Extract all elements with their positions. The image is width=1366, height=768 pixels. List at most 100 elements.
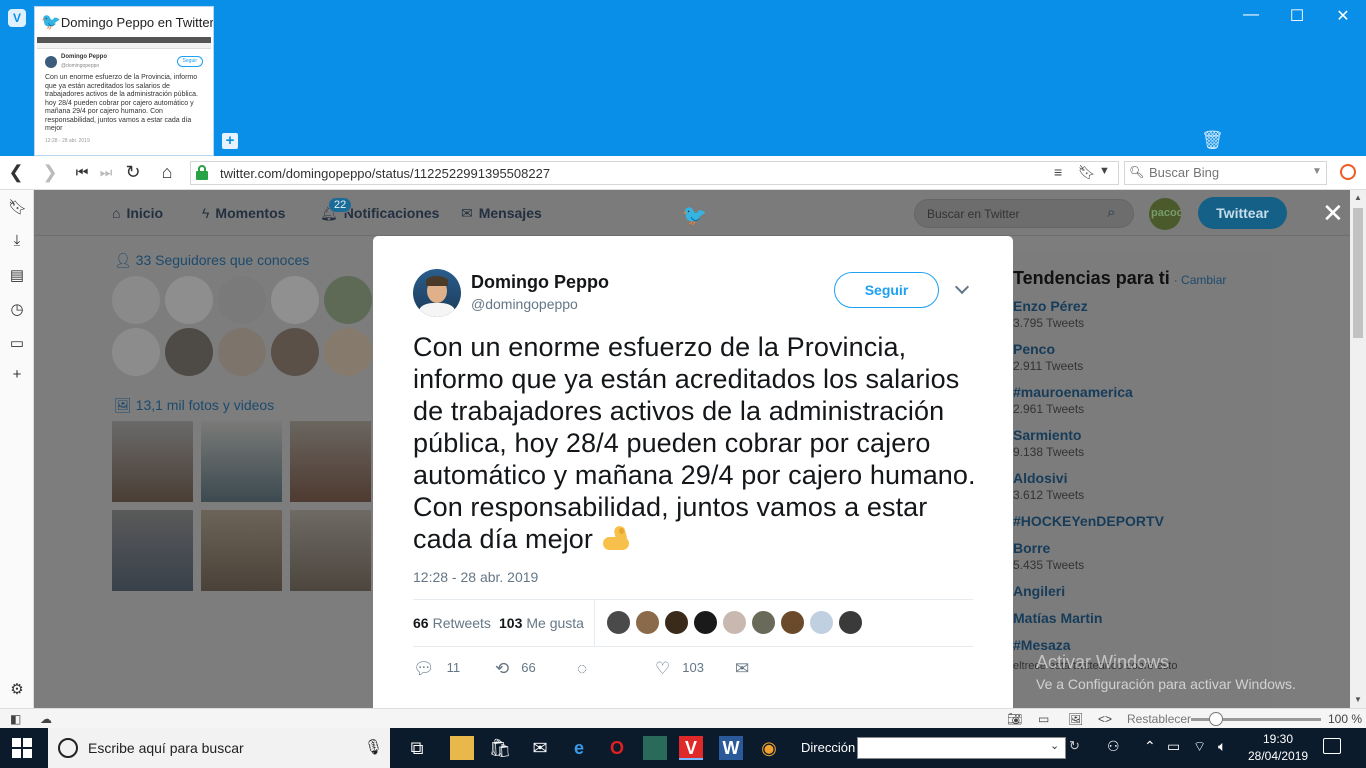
liker-avatar[interactable] bbox=[838, 610, 863, 635]
nav-messages[interactable]: ✉ Mensajes bbox=[461, 205, 542, 222]
zoom-reset-label[interactable]: Restablecer bbox=[1127, 712, 1191, 726]
followers-you-know[interactable]: 👤︎ 33 Seguidores que conoces bbox=[114, 252, 309, 269]
photos-and-videos[interactable]: 🖼︎ 13,1 mil fotos y videos bbox=[114, 397, 274, 414]
reply-button[interactable]: 💬︎ 11 bbox=[413, 659, 460, 679]
trend-item[interactable]: Aldosivi 3.612 Tweets bbox=[1013, 470, 1084, 502]
panel-toggle-icon[interactable]: ◧ bbox=[10, 712, 21, 726]
people-icon[interactable]: ⚇ bbox=[1107, 738, 1120, 755]
capture-icon[interactable]: 📷︎ bbox=[1007, 712, 1022, 726]
tweet-timestamp[interactable]: 12:28 - 28 abr. 2019 bbox=[413, 569, 538, 585]
liker-avatar[interactable] bbox=[809, 610, 834, 635]
liker-avatar[interactable] bbox=[664, 610, 689, 635]
page-scrollbar[interactable]: ▲ ▼ bbox=[1350, 190, 1366, 708]
trends-change-link[interactable]: · Cambiar bbox=[1174, 273, 1227, 287]
trend-item[interactable]: #Mesaza bbox=[1013, 637, 1071, 653]
file-explorer-icon[interactable] bbox=[450, 736, 474, 760]
app-icon[interactable] bbox=[643, 736, 667, 760]
media-thumbnail[interactable] bbox=[112, 510, 193, 591]
tab-domingo-peppo[interactable]: 🐦 Domingo Peppo en Twitter: Domingo Pepp… bbox=[34, 6, 214, 156]
word-icon[interactable]: W bbox=[719, 736, 743, 760]
search-icon[interactable]: 🔍︎ bbox=[1129, 165, 1144, 179]
clock-date[interactable]: 28/04/2019 bbox=[1248, 749, 1308, 763]
follower-avatar[interactable] bbox=[271, 328, 319, 376]
follower-avatar[interactable] bbox=[218, 276, 266, 324]
taskbar-search-field[interactable]: Escribe aquí para buscar 🎙︎ bbox=[48, 728, 390, 768]
trend-item[interactable]: Angileri bbox=[1013, 583, 1065, 599]
bookmark-icon[interactable]: 🔖︎ bbox=[1078, 164, 1096, 181]
author-name[interactable]: Domingo Peppo bbox=[471, 272, 609, 293]
close-modal-icon[interactable]: ✕ bbox=[1322, 200, 1344, 226]
likes-stat[interactable]: 103 Me gusta bbox=[499, 615, 584, 631]
liker-avatar[interactable] bbox=[693, 610, 718, 635]
search-field[interactable]: 🔍︎ ▼ bbox=[1124, 161, 1327, 185]
mail-icon[interactable]: ✉ bbox=[528, 736, 552, 760]
settings-gear-icon[interactable]: ⚙ bbox=[8, 680, 26, 698]
trend-item[interactable]: Borre 5.435 Tweets bbox=[1013, 540, 1084, 572]
notes-panel-icon[interactable]: ▤ bbox=[8, 266, 26, 284]
media-thumbnail[interactable] bbox=[290, 510, 371, 591]
window-panel-icon[interactable]: ▭ bbox=[8, 334, 26, 352]
retweet-button[interactable]: ⟲ 66 bbox=[495, 659, 536, 679]
chevron-down-icon[interactable]: ▼ bbox=[1099, 165, 1110, 177]
vivaldi-menu-icon[interactable]: V bbox=[8, 9, 26, 27]
new-tab-button[interactable]: + bbox=[222, 133, 238, 149]
clock-time[interactable]: 19:30 bbox=[1263, 732, 1293, 746]
trend-item[interactable]: Sarmiento 9.138 Tweets bbox=[1013, 427, 1084, 459]
microphone-icon[interactable]: 🎙︎ bbox=[364, 738, 383, 756]
follower-avatar[interactable] bbox=[112, 276, 160, 324]
task-view-icon[interactable]: ⧉ bbox=[405, 736, 429, 760]
downloads-panel-icon[interactable]: ⤓ bbox=[8, 232, 26, 249]
nav-home[interactable]: ⌂ Inicio bbox=[112, 205, 163, 221]
trend-item[interactable]: Enzo Pérez 3.795 Tweets bbox=[1013, 298, 1088, 330]
bookmarks-panel-icon[interactable]: 🔖︎ bbox=[8, 198, 27, 216]
user-avatar[interactable]: pacoc bbox=[1149, 198, 1181, 230]
follower-avatar[interactable] bbox=[218, 328, 266, 376]
address-field[interactable]: twitter.com/domingopeppo/status/11225229… bbox=[190, 161, 1119, 185]
cloud-sync-icon[interactable]: ☁ bbox=[40, 712, 52, 726]
trend-item[interactable]: #mauroenamerica 2.961 Tweets bbox=[1013, 384, 1133, 416]
media-thumbnail[interactable] bbox=[290, 421, 371, 502]
store-icon[interactable]: 🛍︎ bbox=[488, 736, 512, 760]
follower-avatar[interactable] bbox=[165, 276, 213, 324]
reader-view-icon[interactable]: ≡ bbox=[1054, 164, 1062, 180]
trend-item[interactable]: #HOCKEYenDEPORTV bbox=[1013, 513, 1164, 529]
home-button[interactable]: ⌂ bbox=[156, 162, 178, 183]
scroll-up-icon[interactable]: ▲ bbox=[1354, 193, 1362, 202]
page-actions-icon[interactable]: <> bbox=[1098, 712, 1112, 726]
liker-avatar[interactable] bbox=[635, 610, 660, 635]
media-thumbnail[interactable] bbox=[201, 510, 282, 591]
windows-start-icon[interactable] bbox=[12, 738, 32, 758]
liker-avatar[interactable] bbox=[722, 610, 747, 635]
nav-moments[interactable]: ϟ Momentos bbox=[202, 205, 285, 221]
back-button[interactable]: ❮ bbox=[5, 162, 27, 183]
close-window-button[interactable]: ✕ bbox=[1320, 6, 1366, 26]
scroll-down-icon[interactable]: ▼ bbox=[1354, 695, 1362, 704]
scroll-thumb[interactable] bbox=[1353, 208, 1363, 338]
battery-icon[interactable]: ▭ bbox=[1167, 738, 1180, 755]
media-thumbnail[interactable] bbox=[201, 421, 282, 502]
brave-icon[interactable]: ◉ bbox=[757, 736, 781, 760]
chevron-down-icon[interactable]: ▼ bbox=[1312, 166, 1322, 177]
twitter-search-field[interactable]: Buscar en Twitter ⌕ bbox=[914, 199, 1134, 228]
direct-message-button[interactable]: ✉ bbox=[735, 659, 761, 679]
follower-avatar[interactable] bbox=[112, 328, 160, 376]
like-button[interactable]: ♡ 103 bbox=[655, 659, 704, 679]
minimize-button[interactable]: — bbox=[1228, 6, 1274, 24]
rewind-button[interactable]: ⏮ bbox=[71, 164, 93, 181]
history-panel-icon[interactable]: ◷ bbox=[8, 300, 26, 318]
trend-item[interactable]: Matías Martin bbox=[1013, 610, 1102, 626]
reload-button[interactable]: ↻ bbox=[122, 162, 144, 183]
forward-button[interactable]: ❯ bbox=[39, 162, 61, 183]
vivaldi-taskbar-icon[interactable]: V bbox=[679, 736, 703, 760]
chevron-down-icon[interactable] bbox=[954, 279, 970, 295]
extension-icon[interactable] bbox=[1340, 164, 1356, 180]
fast-forward-button[interactable]: ⏭ bbox=[95, 164, 117, 181]
chevron-down-icon[interactable]: ⌄ bbox=[1050, 739, 1059, 752]
edge-icon[interactable]: e bbox=[567, 736, 591, 760]
liker-avatar[interactable] bbox=[751, 610, 776, 635]
images-icon[interactable]: 🖼︎ bbox=[1068, 712, 1083, 726]
zoom-slider-handle[interactable] bbox=[1209, 712, 1223, 726]
follower-avatar[interactable] bbox=[324, 328, 372, 376]
search-icon[interactable]: ⌕ bbox=[1107, 204, 1115, 221]
show-hidden-icons[interactable]: ⌃ bbox=[1144, 738, 1156, 755]
